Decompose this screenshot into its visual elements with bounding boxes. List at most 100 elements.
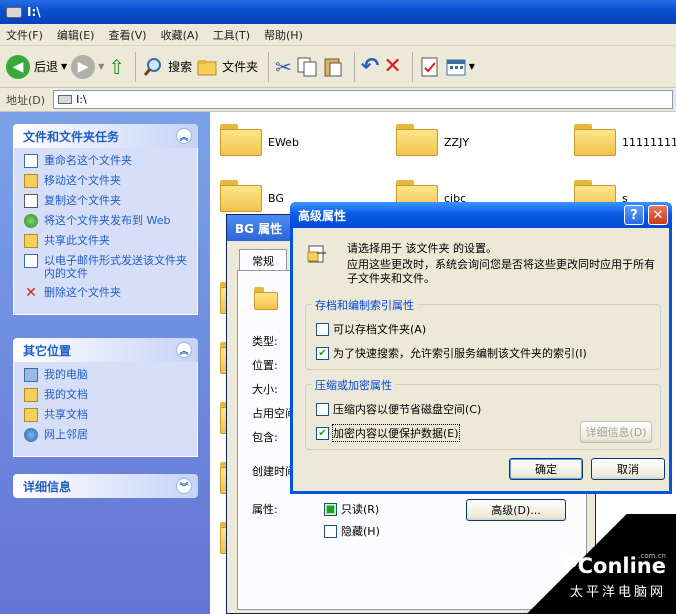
archive-checkbox[interactable]: 可以存档文件夹(A) [316,321,426,337]
places-panel-header[interactable]: 其它位置 ︽ [13,338,198,362]
task-pane: 文件和文件夹任务 ︽ 重命名这个文件夹 移动这个文件夹 复制这个文件夹 将这个文… [0,112,210,614]
readonly-checkbox[interactable]: ■ 只读(R) [324,501,379,517]
search-button[interactable]: 搜索 [142,50,192,84]
task-delete[interactable]: ✕ 删除这个文件夹 [24,286,197,300]
views-dropdown-icon[interactable]: ▼ [469,62,475,71]
details-panel-header[interactable]: 详细信息 ︾ [13,474,198,498]
expand-chevron-icon[interactable]: ︾ [176,478,192,494]
task-label: 移动这个文件夹 [44,174,121,187]
delete-button[interactable]: ✕ [383,50,401,84]
place-label: 网上邻居 [44,428,88,441]
back-button[interactable]: ◀ 后退 ▼ [6,50,67,84]
globe-icon [24,214,38,228]
folders-button[interactable]: 文件夹 [196,50,258,84]
folder-icon[interactable] [220,124,262,156]
menu-file[interactable]: 文件(F) [6,27,43,43]
ok-button[interactable]: 确定 [509,458,583,480]
menu-bar: 文件(F) 编辑(E) 查看(V) 收藏(A) 工具(T) 帮助(H) [0,24,676,46]
address-value: I:\ [76,93,87,106]
cut-button[interactable]: ✂ [275,50,292,84]
place-my-documents[interactable]: 我的文档 [24,388,197,402]
drive-icon [58,95,73,104]
hidden-checkbox[interactable]: 隐藏(H) [324,523,380,539]
folder-label[interactable]: ZZJY [444,136,469,149]
collapse-chevron-icon[interactable]: ︽ [176,342,192,358]
tab-general[interactable]: 常规 [239,249,287,271]
views-button[interactable]: ▼ [445,50,475,84]
task-email[interactable]: 以电子邮件形式发送该文件夹内的文件 [24,254,197,280]
hidden-label: 隐藏(H) [341,525,380,538]
share-folder-icon [24,234,38,248]
watermark-subtitle: 太平洋电脑网 [569,585,666,600]
toolbar-separator [268,51,270,82]
details-label: 详细信息(D) [585,426,647,439]
folder-icon[interactable] [396,124,438,156]
back-dropdown-icon[interactable]: ▼ [61,62,67,71]
scissors-icon: ✂ [275,54,292,79]
advanced-title-bar[interactable]: 高级属性 ? ✕ [290,202,672,228]
intro-line1: 请选择用于 该文件夹 的设置。 [347,242,497,255]
folder-icon[interactable] [574,124,616,156]
index-label: 为了快速搜索，允许索引服务编制该文件夹的索引(I) [333,347,587,360]
place-shared-documents[interactable]: 共享文档 [24,408,197,422]
readonly-label: 只读(R) [341,503,380,516]
folders-icon [197,59,217,75]
address-bar: 地址(D) I:\ [0,88,676,112]
ok-label: 确定 [535,463,557,476]
place-network[interactable]: 网上邻居 [24,428,197,442]
copy-button[interactable] [296,50,318,84]
size-label: 大小: [252,383,278,396]
copy-folder-icon [24,194,38,208]
menu-tools[interactable]: 工具(T) [213,27,250,43]
type-label: 类型: [252,335,278,348]
folder-icon[interactable] [220,180,262,212]
undo-icon: ↶ [360,54,380,79]
paste-icon [324,58,342,76]
undo-button[interactable]: ↶ [361,50,379,84]
properties-button[interactable] [419,50,441,84]
task-share[interactable]: 共享此文件夹 [24,234,197,248]
details-panel: 详细信息 ︾ [13,474,198,498]
task-rename[interactable]: 重命名这个文件夹 [24,154,197,168]
menu-favorites[interactable]: 收藏(A) [161,27,199,43]
advanced-title: 高级属性 [298,208,347,223]
place-label: 我的文档 [44,388,88,401]
folder-label[interactable]: EWeb [268,136,299,149]
cancel-button[interactable]: 取消 [591,458,665,480]
menu-view[interactable]: 查看(V) [108,27,146,43]
index-checkbox[interactable]: ✔ 为了快速搜索，允许索引服务编制该文件夹的索引(I) [316,345,587,361]
details-button[interactable]: 详细信息(D) [580,421,652,443]
encrypt-checkbox[interactable]: ✔ 加密内容以便保护数据(E) [316,424,460,442]
task-publish-web[interactable]: 将这个文件夹发布到 Web [24,214,197,228]
paste-button[interactable] [322,50,344,84]
task-copy[interactable]: 复制这个文件夹 [24,194,197,208]
window-title: I:\ [27,5,41,19]
folder-label[interactable]: BG [268,192,284,205]
group1-title: 存档和编制索引属性 [312,297,417,313]
collapse-chevron-icon[interactable]: ︽ [176,128,192,144]
properties-title: BG 属性 [235,221,283,236]
task-move[interactable]: 移动这个文件夹 [24,174,197,188]
intro-line2: 应用这些更改时，系统会询问您是否将这些更改同时应用于所有子文件夹和文件。 [347,258,655,285]
address-input[interactable]: I:\ [53,90,674,109]
views-icon [446,59,466,75]
menu-help[interactable]: 帮助(H) [264,27,303,43]
folder-label[interactable]: 11111111 [622,136,676,149]
search-label: 搜索 [168,60,193,74]
help-button[interactable]: ? [624,205,644,225]
tasks-panel-header[interactable]: 文件和文件夹任务 ︽ [13,124,198,148]
menu-edit[interactable]: 编辑(E) [57,27,95,43]
checkbox-icon [324,524,337,538]
checkbox-icon [316,322,329,336]
compress-encrypt-group: 压缩或加密属性 压缩内容以便节省磁盘空间(C) ✔ 加密内容以便保护数据(E) … [305,377,661,450]
up-button[interactable]: ⇧ [108,50,125,84]
forward-dropdown-icon[interactable]: ▼ [98,62,104,71]
contains-label: 包含: [252,431,278,444]
archive-index-group: 存档和编制索引属性 可以存档文件夹(A) ✔ 为了快速搜索，允许索引服务编制该文… [305,297,661,370]
forward-button[interactable]: ▶ ▼ [71,50,104,84]
place-my-computer[interactable]: 我的电脑 [24,368,197,382]
compress-checkbox[interactable]: 压缩内容以便节省磁盘空间(C) [316,401,481,417]
close-button[interactable]: ✕ [648,205,668,225]
computer-icon [24,368,38,382]
address-label: 地址(D) [6,93,46,107]
